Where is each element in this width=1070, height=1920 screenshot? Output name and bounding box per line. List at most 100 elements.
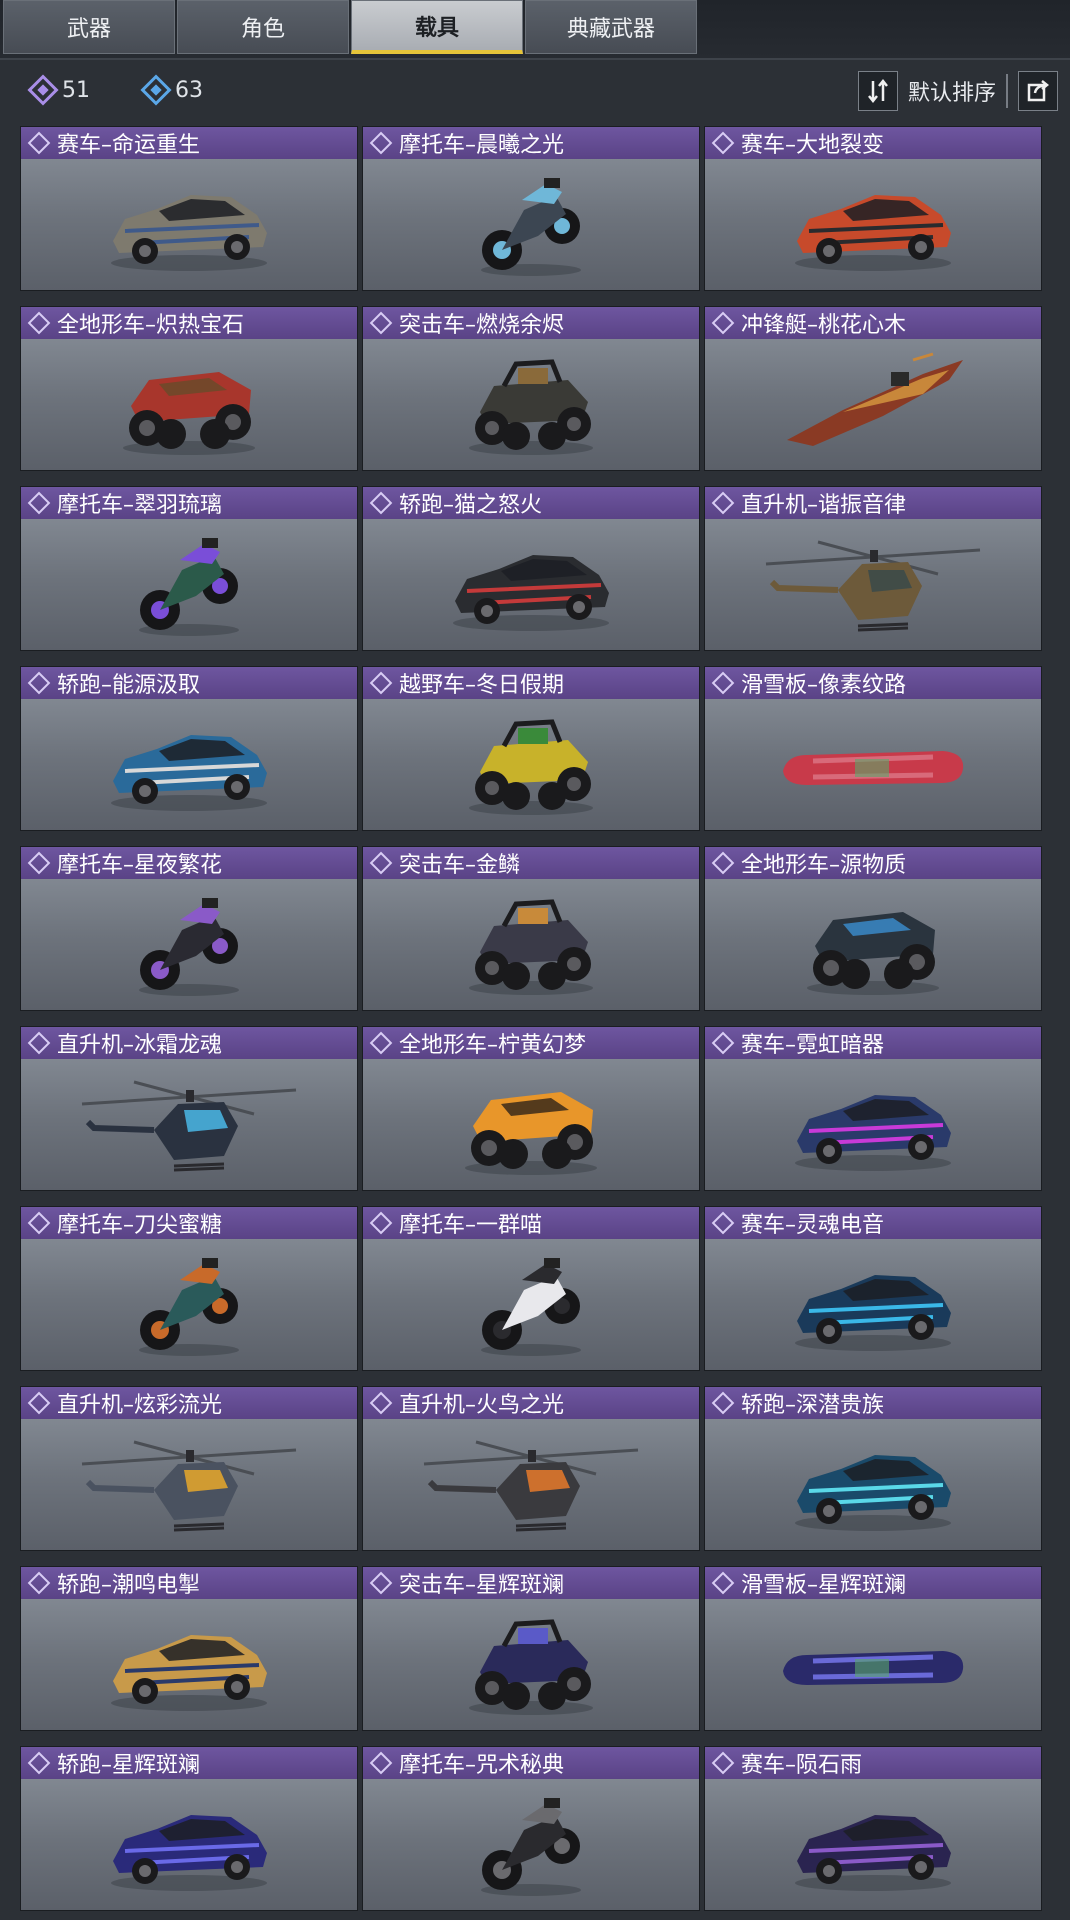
vehicle-card[interactable]: 赛车–灵魂电音: [704, 1206, 1042, 1371]
vehicle-moto-image: [363, 1779, 699, 1910]
vehicle-car-image: [21, 699, 357, 830]
rarity-diamond-icon: [27, 1391, 51, 1415]
vehicle-card-title: 轿跑–潮鸣电掣: [21, 1567, 357, 1599]
vehicle-card[interactable]: 滑雪板–像素纹路: [704, 666, 1042, 831]
vehicle-name: 轿跑–猫之怒火: [399, 493, 543, 518]
vehicle-card[interactable]: 轿跑–能源汲取: [20, 666, 358, 831]
vehicle-atv-image: [705, 879, 1041, 1010]
vehicle-card-title: 突击车–星辉斑斓: [363, 1567, 699, 1599]
vehicle-card[interactable]: 直升机–冰霜龙魂: [20, 1026, 358, 1191]
rarity-diamond-icon: [369, 1031, 393, 1055]
vehicle-name: 滑雪板–像素纹路: [741, 673, 907, 698]
vehicle-moto-image: [21, 879, 357, 1010]
vehicle-car-image: [363, 519, 699, 650]
vehicle-card[interactable]: 赛车–大地裂变: [704, 126, 1042, 291]
vehicle-card[interactable]: 越野车–冬日假期: [362, 666, 700, 831]
vehicle-name: 摩托车–刀尖蜜糖: [57, 1213, 223, 1238]
vehicle-card-title: 赛车–陨石雨: [705, 1747, 1041, 1779]
vehicle-card[interactable]: 摩托车–晨曦之光: [362, 126, 700, 291]
blue-currency: 63: [140, 74, 203, 106]
vehicle-name: 轿跑–星辉斑斓: [57, 1753, 201, 1778]
vehicle-card[interactable]: 摩托车–一群喵: [362, 1206, 700, 1371]
vehicle-buggy-image: [363, 879, 699, 1010]
blue-gem-icon: [140, 74, 172, 106]
vehicle-moto-image: [21, 519, 357, 650]
vehicle-card[interactable]: 全地形车–炽热宝石: [20, 306, 358, 471]
vehicle-name: 轿跑–潮鸣电掣: [57, 1573, 201, 1598]
vehicle-card[interactable]: 赛车–陨石雨: [704, 1746, 1042, 1911]
rarity-diamond-icon: [711, 851, 735, 875]
vehicle-card[interactable]: 轿跑–深潜贵族: [704, 1386, 1042, 1551]
vehicle-name: 全地形车–柠黄幻梦: [399, 1033, 587, 1058]
vehicle-card[interactable]: 突击车–燃烧余烬: [362, 306, 700, 471]
vehicle-heli-image: [363, 1419, 699, 1550]
sort-label[interactable]: 默认排序: [908, 75, 996, 107]
rarity-diamond-icon: [27, 1751, 51, 1775]
vehicle-car-image: [705, 1239, 1041, 1370]
sort-divider: [1006, 74, 1008, 108]
vehicle-card[interactable]: 突击车–金鳞: [362, 846, 700, 1011]
rarity-diamond-icon: [27, 1031, 51, 1055]
rarity-diamond-icon: [711, 131, 735, 155]
vehicle-card[interactable]: 直升机–炫彩流光: [20, 1386, 358, 1551]
vehicle-card[interactable]: 赛车–命运重生: [20, 126, 358, 291]
rarity-diamond-icon: [711, 1571, 735, 1595]
vehicle-card-title: 冲锋艇–桃花心木: [705, 307, 1041, 339]
vehicle-name: 摩托车–咒术秘典: [399, 1753, 565, 1778]
vehicle-card[interactable]: 突击车–星辉斑斓: [362, 1566, 700, 1731]
tab-characters[interactable]: 角色: [177, 0, 349, 54]
purple-currency-count: 51: [62, 77, 90, 103]
vehicle-card[interactable]: 摩托车–翠羽琉璃: [20, 486, 358, 651]
rarity-diamond-icon: [369, 1571, 393, 1595]
vehicle-card[interactable]: 轿跑–潮鸣电掣: [20, 1566, 358, 1731]
vehicle-card-title: 滑雪板–星辉斑斓: [705, 1567, 1041, 1599]
vehicle-card[interactable]: 摩托车–咒术秘典: [362, 1746, 700, 1911]
rarity-diamond-icon: [711, 1031, 735, 1055]
blue-currency-count: 63: [175, 77, 203, 103]
vehicle-card-title: 摩托车–一群喵: [363, 1207, 699, 1239]
vehicle-card-title: 直升机–冰霜龙魂: [21, 1027, 357, 1059]
vehicle-card[interactable]: 滑雪板–星辉斑斓: [704, 1566, 1042, 1731]
vehicle-name: 赛车–霓虹暗器: [741, 1033, 885, 1058]
tab-vehicles[interactable]: 载具: [351, 0, 523, 54]
vehicle-grid: 赛车–命运重生 摩托车–晨曦之光 赛车–大地裂变 全地形车–炽热宝石 突击车–燃…: [20, 126, 1042, 1911]
vehicle-card[interactable]: 摩托车–星夜繁花: [20, 846, 358, 1011]
vehicle-card[interactable]: 轿跑–猫之怒火: [362, 486, 700, 651]
currency-row: 51 63 默认排序: [0, 62, 1070, 118]
rarity-diamond-icon: [369, 851, 393, 875]
tab-collection-weapons[interactable]: 典藏武器: [525, 0, 697, 54]
vehicle-card-title: 直升机–谐振音律: [705, 487, 1041, 519]
vehicle-card-title: 赛车–灵魂电音: [705, 1207, 1041, 1239]
vehicle-name: 直升机–火鸟之光: [399, 1393, 565, 1418]
vehicle-card-title: 全地形车–炽热宝石: [21, 307, 357, 339]
vehicle-card[interactable]: 冲锋艇–桃花心木: [704, 306, 1042, 471]
vehicle-card[interactable]: 赛车–霓虹暗器: [704, 1026, 1042, 1191]
share-icon[interactable]: [1018, 71, 1058, 111]
vehicle-card-title: 直升机–炫彩流光: [21, 1387, 357, 1419]
vehicle-car-image: [705, 1059, 1041, 1190]
vehicle-name: 摩托车–翠羽琉璃: [57, 493, 223, 518]
vehicle-card-title: 滑雪板–像素纹路: [705, 667, 1041, 699]
rarity-diamond-icon: [711, 671, 735, 695]
vehicle-card-title: 赛车–霓虹暗器: [705, 1027, 1041, 1059]
vehicle-card[interactable]: 直升机–谐振音律: [704, 486, 1042, 651]
rarity-diamond-icon: [369, 1391, 393, 1415]
vehicle-card[interactable]: 全地形车–源物质: [704, 846, 1042, 1011]
rarity-diamond-icon: [27, 1571, 51, 1595]
vehicle-card[interactable]: 全地形车–柠黄幻梦: [362, 1026, 700, 1191]
vehicle-card[interactable]: 轿跑–星辉斑斓: [20, 1746, 358, 1911]
vehicle-name: 突击车–燃烧余烬: [399, 313, 565, 338]
vehicle-card-title: 直升机–火鸟之光: [363, 1387, 699, 1419]
tab-weapons[interactable]: 武器: [3, 0, 175, 54]
vehicle-card[interactable]: 直升机–火鸟之光: [362, 1386, 700, 1551]
vehicle-card[interactable]: 摩托车–刀尖蜜糖: [20, 1206, 358, 1371]
sort-toggle-icon[interactable]: [857, 71, 898, 111]
rarity-diamond-icon: [369, 131, 393, 155]
vehicle-card-title: 全地形车–源物质: [705, 847, 1041, 879]
rarity-diamond-icon: [711, 491, 735, 515]
vehicle-card-title: 轿跑–深潜贵族: [705, 1387, 1041, 1419]
vehicle-heli-image: [705, 519, 1041, 650]
top-tab-bar: 武器 角色 载具 典藏武器: [0, 0, 1070, 58]
vehicle-card-title: 赛车–大地裂变: [705, 127, 1041, 159]
rarity-diamond-icon: [27, 491, 51, 515]
